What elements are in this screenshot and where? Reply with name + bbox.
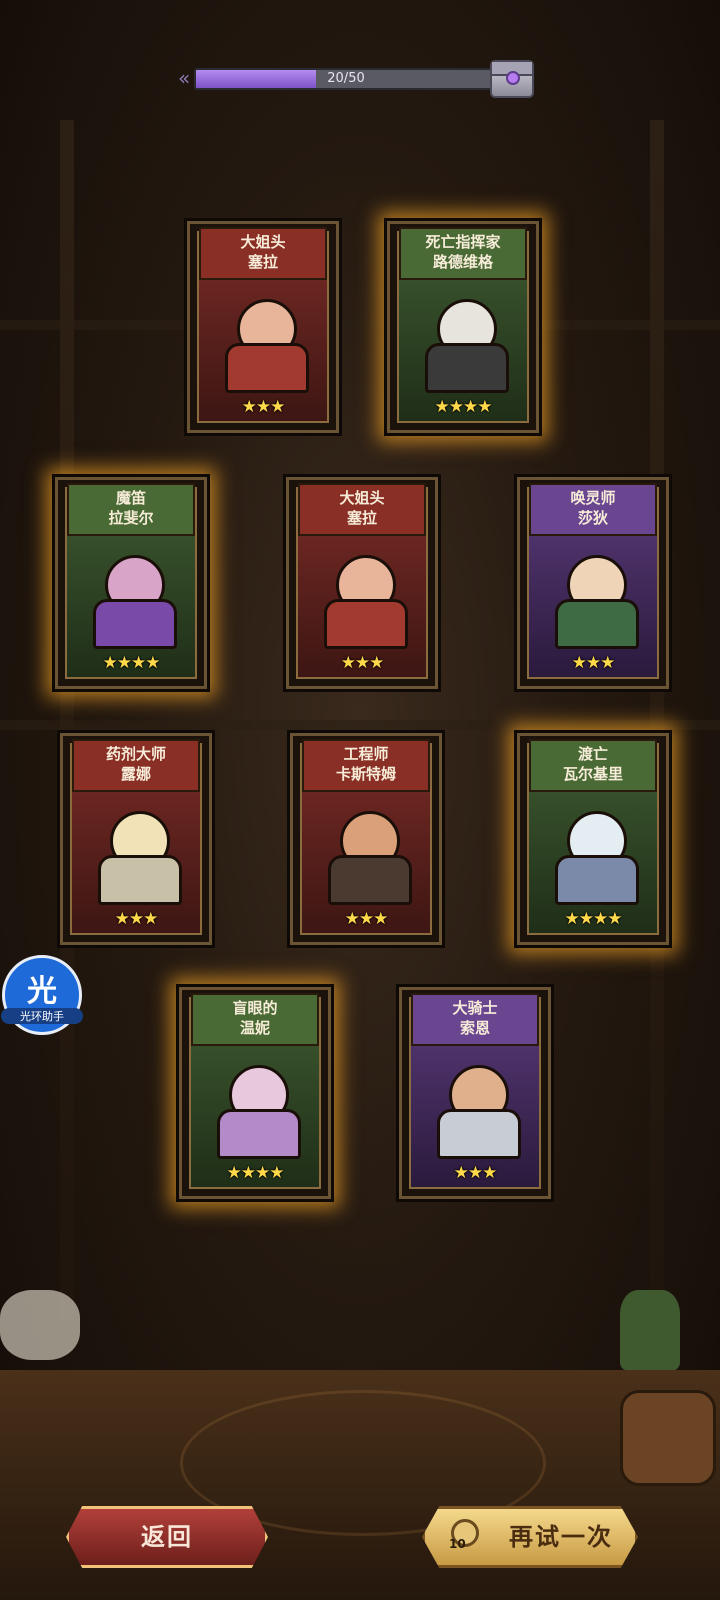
assistant-badge[interactable]: 光 光环助手 bbox=[1, 955, 83, 1035]
hero-body bbox=[225, 343, 309, 393]
hero-portrait bbox=[306, 537, 418, 649]
hero-body bbox=[555, 855, 639, 905]
reward-chest-icon[interactable] bbox=[490, 60, 534, 98]
back-button[interactable]: 返回 bbox=[66, 1506, 268, 1568]
background-shelf bbox=[0, 320, 720, 330]
card-title: 魔笛 拉斐尔 bbox=[67, 483, 195, 536]
hero-card[interactable]: 药剂大师露娜 ★★★ bbox=[57, 730, 215, 948]
bottle-decoration bbox=[620, 1290, 680, 1370]
hero-portrait bbox=[419, 1047, 531, 1159]
retry-cost: 10 bbox=[449, 1537, 466, 1551]
star-rating: ★★★ bbox=[114, 909, 159, 929]
progress-text: 20/50 bbox=[327, 71, 365, 86]
hero-portrait bbox=[75, 537, 187, 649]
chest-gem bbox=[506, 71, 520, 85]
card-title-line1: 渡亡 bbox=[577, 745, 608, 763]
star-rating: ★★★ bbox=[571, 653, 616, 673]
card-title-line2: 瓦尔基里 bbox=[562, 765, 623, 783]
card-title-line2: 卡斯特姆 bbox=[335, 765, 396, 783]
star-rating: ★★★★ bbox=[226, 1163, 285, 1183]
card-title-line1: 大骑士 bbox=[452, 999, 498, 1017]
card-title-line2: 温妮 bbox=[239, 1019, 270, 1037]
retry-button[interactable]: 10 再试一次 bbox=[422, 1506, 638, 1568]
card-title: 唤灵师 莎狄 bbox=[529, 483, 657, 536]
card-title-line2: 露娜 bbox=[120, 765, 151, 783]
card-title: 大骑士 索恩 bbox=[411, 993, 539, 1046]
hero-portrait bbox=[537, 537, 649, 649]
hero-body bbox=[324, 599, 408, 649]
card-title-line1: 大姐头 bbox=[240, 233, 286, 251]
card-title: 药剂大师 露娜 bbox=[72, 739, 200, 792]
hero-card[interactable]: 工程师卡斯特姆 ★★★ bbox=[287, 730, 445, 948]
hero-card[interactable]: 魔笛拉斐尔 ★★★★ bbox=[52, 474, 210, 692]
hero-portrait bbox=[407, 281, 519, 393]
hero-body bbox=[555, 599, 639, 649]
card-title-line1: 唤灵师 bbox=[570, 489, 616, 507]
card-title-line2: 拉斐尔 bbox=[108, 509, 154, 527]
hero-card[interactable]: 唤灵师莎狄 ★★★ bbox=[514, 474, 672, 692]
hero-card[interactable]: 死亡指挥家路德维格 ★★★★ bbox=[384, 218, 542, 436]
card-title: 大姐头 塞拉 bbox=[298, 483, 426, 536]
card-title-line2: 莎狄 bbox=[577, 509, 608, 527]
card-title: 渡亡 瓦尔基里 bbox=[529, 739, 657, 792]
card-title-line1: 魔笛 bbox=[115, 489, 146, 507]
hero-portrait bbox=[80, 793, 192, 905]
hero-card[interactable]: 大姐头塞拉 ★★★ bbox=[283, 474, 441, 692]
hero-portrait bbox=[207, 281, 319, 393]
card-title-line1: 药剂大师 bbox=[105, 745, 166, 763]
card-title: 死亡指挥家 路德维格 bbox=[399, 227, 527, 280]
chevron-left-icon: « bbox=[178, 66, 191, 90]
hero-body bbox=[98, 855, 182, 905]
card-title: 工程师 卡斯特姆 bbox=[302, 739, 430, 792]
hero-card[interactable]: 盲眼的温妮 ★★★★ bbox=[176, 984, 334, 1202]
hero-portrait bbox=[199, 1047, 311, 1159]
hero-body bbox=[93, 599, 177, 649]
assistant-glyph: 光 bbox=[27, 974, 57, 1009]
star-rating: ★★★ bbox=[453, 1163, 498, 1183]
assistant-label: 光环助手 bbox=[1, 1008, 83, 1024]
star-rating: ★★★ bbox=[344, 909, 389, 929]
card-title-line2: 塞拉 bbox=[346, 509, 377, 527]
card-title-line1: 大姐头 bbox=[339, 489, 385, 507]
star-rating: ★★★★ bbox=[564, 909, 623, 929]
card-title-line2: 塞拉 bbox=[247, 253, 278, 271]
card-title: 大姐头 塞拉 bbox=[199, 227, 327, 280]
candle-wax-decoration bbox=[0, 1290, 80, 1360]
progress-track: 20/50 bbox=[194, 68, 498, 90]
card-title-line1: 死亡指挥家 bbox=[425, 233, 501, 251]
card-title-line1: 工程师 bbox=[343, 745, 389, 763]
hero-portrait bbox=[537, 793, 649, 905]
hero-card[interactable]: 渡亡瓦尔基里 ★★★★ bbox=[514, 730, 672, 948]
barrel-decoration bbox=[620, 1390, 716, 1486]
hero-card[interactable]: 大骑士索恩 ★★★ bbox=[396, 984, 554, 1202]
star-rating: ★★★★ bbox=[102, 653, 161, 673]
hero-card[interactable]: 大姐头塞拉 ★★★ bbox=[184, 218, 342, 436]
hero-body bbox=[437, 1109, 521, 1159]
card-title-line2: 路德维格 bbox=[432, 253, 493, 271]
card-title-line2: 索恩 bbox=[459, 1019, 490, 1037]
hero-body bbox=[217, 1109, 301, 1159]
card-title: 盲眼的 温妮 bbox=[191, 993, 319, 1046]
background-shelf bbox=[0, 720, 720, 730]
retry-label: 再试一次 bbox=[509, 1523, 613, 1551]
star-rating: ★★★ bbox=[340, 653, 385, 673]
card-title-line1: 盲眼的 bbox=[232, 999, 278, 1017]
star-rating: ★★★★ bbox=[434, 397, 493, 417]
draw-progress-bar: « 20/50 bbox=[178, 60, 544, 98]
hero-portrait bbox=[310, 793, 422, 905]
hero-body bbox=[328, 855, 412, 905]
star-rating: ★★★ bbox=[241, 397, 286, 417]
hero-body bbox=[425, 343, 509, 393]
